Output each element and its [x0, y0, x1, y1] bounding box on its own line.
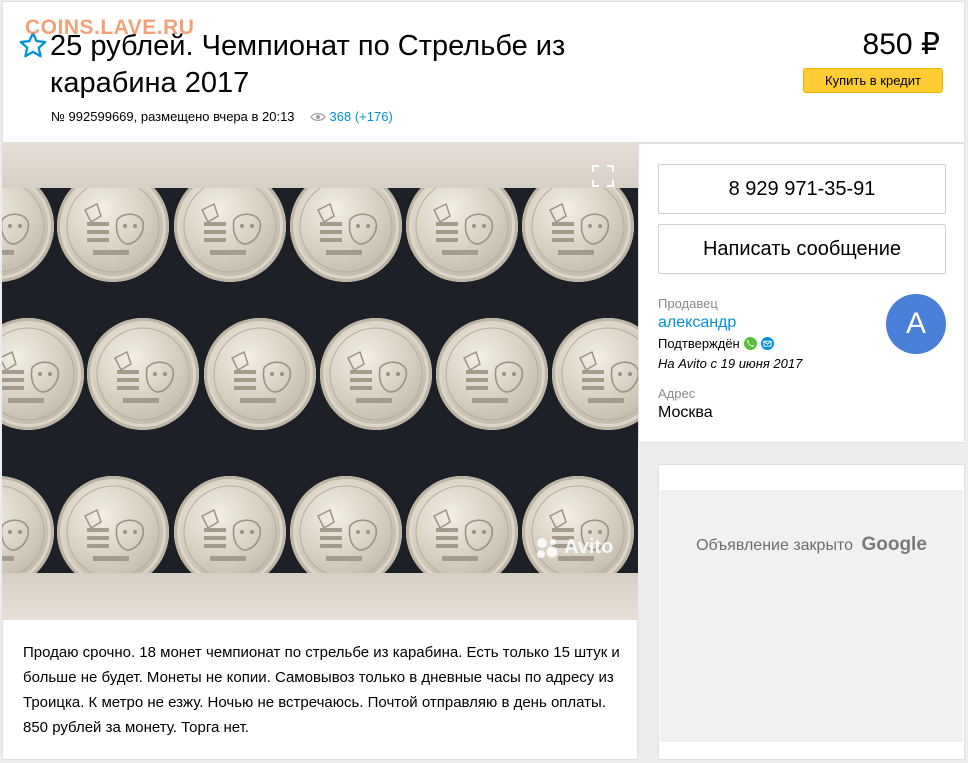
seller-panel: 8 929 971-35-91 Написать сообщение Прода…	[638, 143, 965, 443]
photo-gallery[interactable]: Avito	[2, 143, 638, 619]
price: 850 ₽	[862, 28, 940, 61]
coin	[2, 188, 54, 282]
coin	[2, 476, 54, 573]
coin	[406, 188, 518, 282]
listing-header: 25 рублей. Чемпионат по Стрельбе из кара…	[2, 1, 965, 143]
phone-verified-icon	[743, 337, 757, 350]
coin	[522, 188, 634, 282]
views-count: 368 (+176)	[329, 109, 393, 124]
coin	[57, 188, 169, 282]
coin	[552, 318, 638, 430]
site-watermark: COINS.LAVE.RU	[25, 16, 195, 39]
address-label: Адрес	[658, 386, 696, 401]
seller-verified: Подтверждён	[658, 336, 774, 351]
listing-number-date: № 992599669, размещено вчера в 20:13	[51, 109, 295, 124]
write-message-button[interactable]: Написать сообщение	[658, 224, 946, 274]
coin	[320, 318, 432, 430]
avatar[interactable]: А	[886, 294, 946, 354]
eye-icon	[309, 112, 326, 121]
coin	[290, 476, 402, 573]
verified-label: Подтверждён	[658, 336, 740, 351]
coin	[174, 476, 286, 573]
listing-page: 25 рублей. Чемпионат по Стрельбе из кара…	[0, 0, 968, 763]
ad-panel: Объявление закрыто Google	[658, 464, 965, 760]
coin	[57, 476, 169, 573]
show-phone-button[interactable]: 8 929 971-35-91	[658, 164, 946, 214]
coin	[204, 318, 316, 430]
avito-watermark: Avito	[534, 536, 613, 559]
photo-blur-top	[2, 143, 638, 188]
description-text: Продаю срочно. 18 монет чемпионат по стр…	[23, 644, 620, 736]
address-value: Москва	[658, 404, 713, 421]
coin	[2, 318, 84, 430]
fullscreen-icon[interactable]	[592, 165, 614, 187]
coin	[436, 318, 548, 430]
coin	[87, 318, 199, 430]
google-logo: Google	[861, 534, 927, 555]
listing-meta: № 992599669, размещено вчера в 20:13 368…	[51, 109, 393, 124]
coin	[406, 476, 518, 573]
coin	[174, 188, 286, 282]
ad-placeholder: Объявление закрыто Google	[660, 490, 963, 742]
seller-since: На Avito с 19 июня 2017	[658, 356, 803, 371]
seller-name-link[interactable]: александр	[658, 314, 736, 332]
ad-closed-text: Объявление закрыто	[696, 537, 853, 554]
views-counter[interactable]: 368 (+176)	[309, 109, 393, 124]
email-verified-icon	[760, 337, 774, 350]
avito-watermark-label: Avito	[564, 536, 614, 558]
buy-on-credit-button[interactable]: Купить в кредит	[803, 68, 943, 93]
description-block: Продаю срочно. 18 монет чемпионат по стр…	[2, 619, 638, 760]
ad-closed-message: Объявление закрыто Google	[660, 534, 963, 556]
avito-logo-icon	[537, 537, 558, 558]
coin	[290, 188, 402, 282]
photo-blur-bottom	[2, 573, 638, 619]
seller-label: Продавец	[658, 296, 718, 311]
coins-photo[interactable]	[2, 188, 638, 573]
